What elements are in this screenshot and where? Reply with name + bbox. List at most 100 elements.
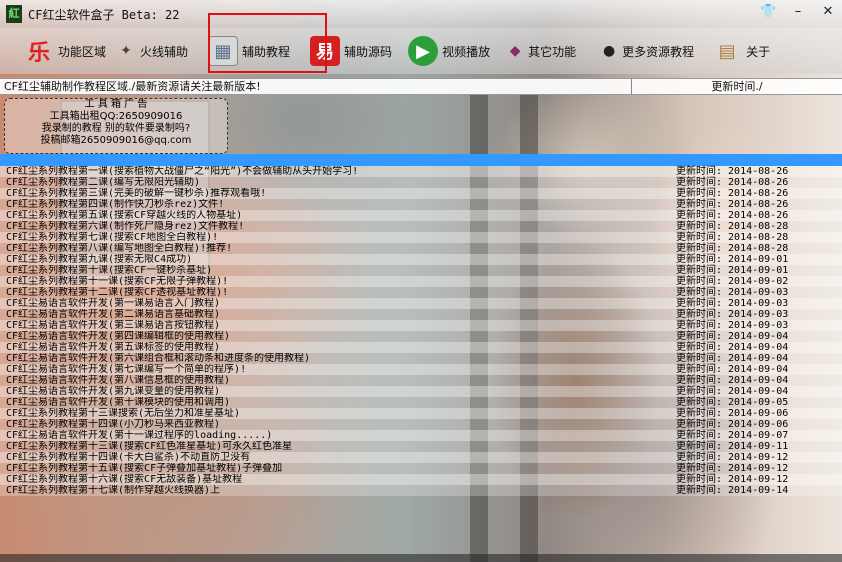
- table-row[interactable]: CF红尘系列教程第十四课(卡大白鲨杀)不动直防卫没有 更新时间: 2014-09-…: [0, 452, 842, 463]
- table-row[interactable]: CF红尘系列教程第四课(制作快刀秒杀rez)文件! 更新时间: 2014-08-2…: [0, 199, 842, 210]
- scroll-icon: ▤: [718, 40, 736, 62]
- tool-about[interactable]: ▤ 关于: [712, 31, 771, 71]
- row-title: CF红尘系列教程第八课(编写地图全白教程)!推荐!: [6, 243, 233, 254]
- row-date: 更新时间: 2014-09-04: [676, 353, 789, 364]
- app-icon: 紅: [6, 5, 22, 23]
- highlight-annotation: [208, 13, 327, 73]
- table-row[interactable]: CF红尘系列教程第十三课(搜索CF红色准星基址)可永久红色准星 更新时间: 201…: [0, 441, 842, 452]
- row-date: 更新时间: 2014-08-26: [676, 188, 789, 199]
- row-date: 更新时间: 2014-09-01: [676, 254, 789, 265]
- selected-row[interactable]: [0, 154, 842, 166]
- row-title: CF红尘系列教程第十二课(搜索CF透视基址教程)!: [6, 287, 229, 298]
- table-row[interactable]: CF红尘系列教程第十六课(搜索CF无敌装备)基址教程 更新时间: 2014-09-…: [0, 474, 842, 485]
- tool-label: 视频播放: [442, 44, 491, 59]
- table-row[interactable]: CF红尘易语言软件开发(第五课标签的使用教程) 更新时间: 2014-09-04: [0, 342, 842, 353]
- tutorial-list[interactable]: 工 具 箱 广 告 工具箱出租QQ:2650909016 我录制的教程 别的软件…: [0, 95, 842, 562]
- le-logo-icon: 乐: [27, 41, 50, 66]
- row-date: 更新时间: 2014-09-03: [676, 320, 789, 331]
- ad-heading: 工 具 箱 广 告: [84, 99, 148, 110]
- table-row[interactable]: CF红尘易语言软件开发(第四课编辑框的使用教程) 更新时间: 2014-09-04: [0, 331, 842, 342]
- table-row[interactable]: CF红尘易语言软件开发(第二课易语言基础教程) 更新时间: 2014-09-03: [0, 309, 842, 320]
- table-row[interactable]: CF红尘系列教程第十课(搜索CF一键秒杀基址) 更新时间: 2014-09-01: [0, 265, 842, 276]
- row-date: 更新时间: 2014-09-02: [676, 276, 789, 287]
- table-row[interactable]: CF红尘系列教程第十五课(搜索CF子弹叠加基址教程)子弹叠加 更新时间: 2014…: [0, 463, 842, 474]
- row-date: 更新时间: 2014-09-12: [676, 474, 789, 485]
- row-title: CF红尘易语言软件开发(第四课编辑框的使用教程): [6, 331, 231, 342]
- row-title: CF红尘系列教程第九课(搜索无限C4成功): [6, 254, 193, 265]
- title-bar: 紅 CF红尘软件盒子 Beta: 22 👕 – ✕: [0, 0, 842, 28]
- table-row[interactable]: CF红尘系列教程第一课(搜索植物大战僵尸之“阳光”)不会做辅助从头开始学习! 更新…: [0, 166, 842, 177]
- row-date: 更新时间: 2014-08-28: [676, 243, 789, 254]
- status-bar: [0, 554, 842, 562]
- table-row[interactable]: CF红尘系列教程第八课(编写地图全白教程)!推荐! 更新时间: 2014-08-2…: [0, 243, 842, 254]
- table-header: CF红尘辅助制作教程区域./最新资源请关注最新版本! 更新时间./: [0, 78, 842, 95]
- row-title: CF红尘系列教程第十课(搜索CF一键秒杀基址): [6, 265, 213, 276]
- close-button[interactable]: ✕: [820, 4, 836, 20]
- row-date: 更新时间: 2014-09-12: [676, 463, 789, 474]
- table-row[interactable]: CF红尘系列教程第三课(完美的破解一键秒杀)推荐观看哦! 更新时间: 2014-0…: [0, 188, 842, 199]
- row-date: 更新时间: 2014-09-04: [676, 342, 789, 353]
- row-date: 更新时间: 2014-08-26: [676, 199, 789, 210]
- tool-label: 功能区域: [58, 44, 107, 59]
- row-title: CF红尘系列教程第七课(搜索CF地图全白教程)!: [6, 232, 219, 243]
- row-title: CF红尘易语言软件开发(第五课标签的使用教程): [6, 342, 221, 353]
- table-row[interactable]: CF红尘系列教程第二课(编写无限阳光辅助) 更新时间: 2014-08-26: [0, 177, 842, 188]
- row-date: 更新时间: 2014-09-04: [676, 331, 789, 342]
- qq-penguin-icon: ●: [602, 43, 616, 59]
- table-row[interactable]: CF红尘易语言软件开发(第六课组合框和滚动条和进度条的使用教程) 更新时间: 20…: [0, 353, 842, 364]
- table-row[interactable]: CF红尘易语言软件开发(第十一课过程序的loading.....) 更新时间: 2…: [0, 430, 842, 441]
- tool-label: 辅助源码: [344, 44, 393, 59]
- table-row[interactable]: CF红尘系列教程第九课(搜索无限C4成功) 更新时间: 2014-09-01: [0, 254, 842, 265]
- row-title: CF红尘易语言软件开发(第三课易语言按钮教程): [6, 320, 221, 331]
- row-date: 更新时间: 2014-09-14: [676, 485, 789, 496]
- row-title: CF红尘易语言软件开发(第八课信息框的使用教程): [6, 375, 231, 386]
- table-row[interactable]: CF红尘系列教程第六课(制作死尸隐身rez)文件教程! 更新时间: 2014-08…: [0, 221, 842, 232]
- row-date: 更新时间: 2014-09-05: [676, 397, 789, 408]
- table-row[interactable]: CF红尘系列教程第五课(搜索CF穿越火线的人物基址) 更新时间: 2014-08-…: [0, 210, 842, 221]
- tool-other-features[interactable]: ◆ 其它功能: [506, 31, 576, 71]
- table-row[interactable]: CF红尘易语言软件开发(第十课模块的使用和调用) 更新时间: 2014-09-05: [0, 397, 842, 408]
- column-header-date[interactable]: 更新时间./: [632, 79, 842, 94]
- table-row[interactable]: CF红尘系列教程第十二课(搜索CF透视基址教程)! 更新时间: 2014-09-0…: [0, 287, 842, 298]
- tool-fire-assist[interactable]: ✦ 火线辅助: [116, 31, 188, 71]
- table-row[interactable]: CF红尘易语言软件开发(第七课编写一个简单的程序)! 更新时间: 2014-09-…: [0, 364, 842, 375]
- table-row[interactable]: CF红尘系列教程第七课(搜索CF地图全白教程)! 更新时间: 2014-08-28: [0, 232, 842, 243]
- minimize-button[interactable]: –: [790, 4, 806, 20]
- tool-label: 其它功能: [528, 44, 577, 59]
- table-row[interactable]: CF红尘易语言软件开发(第一课易语言入门教程) 更新时间: 2014-09-03: [0, 298, 842, 309]
- row-title: CF红尘系列教程第二课(编写无限阳光辅助): [6, 177, 201, 188]
- tool-feature-area[interactable]: 乐 功能区域: [24, 31, 106, 71]
- row-title: CF红尘系列教程第一课(搜索植物大战僵尸之“阳光”)不会做辅助从头开始学习!: [6, 166, 359, 177]
- row-date: 更新时间: 2014-09-12: [676, 452, 789, 463]
- table-row[interactable]: CF红尘系列教程第十一课(搜索CF无限子弹教程)! 更新时间: 2014-09-0…: [0, 276, 842, 287]
- row-date: 更新时间: 2014-08-26: [676, 166, 789, 177]
- row-title: CF红尘易语言软件开发(第一课易语言入门教程): [6, 298, 221, 309]
- table-row[interactable]: CF红尘系列教程第十七课(制作穿越火线换器)上 更新时间: 2014-09-14: [0, 485, 842, 496]
- row-title: CF红尘系列教程第十四课(小刀秒马来西亚教程): [6, 419, 221, 430]
- toolbar: 乐 功能区域 ✦ 火线辅助 ▦ 辅助教程 易 辅助源码 ▶ 视频播放 ◆ 其它功…: [0, 28, 842, 74]
- row-title: CF红尘系列教程第三课(完美的破解一键秒杀)推荐观看哦!: [6, 188, 267, 199]
- row-title: CF红尘系列教程第十一课(搜索CF无限子弹教程)!: [6, 276, 229, 287]
- table-row[interactable]: CF红尘系列教程第十三课搜索(无后坐力和准星基址) 更新时间: 2014-09-0…: [0, 408, 842, 419]
- row-date: 更新时间: 2014-09-06: [676, 408, 789, 419]
- tool-more-resources[interactable]: ● 更多资源教程: [600, 31, 694, 71]
- row-title: CF红尘系列教程第六课(制作死尸隐身rez)文件教程!: [6, 221, 245, 232]
- window-title: CF红尘软件盒子 Beta: 22: [28, 7, 180, 22]
- row-date: 更新时间: 2014-09-06: [676, 419, 789, 430]
- row-title: CF红尘易语言软件开发(第七课编写一个简单的程序)!: [6, 364, 247, 375]
- row-title: CF红尘系列教程第十四课(卡大白鲨杀)不动直防卫没有: [6, 452, 251, 463]
- row-title: CF红尘易语言软件开发(第十课模块的使用和调用): [6, 397, 231, 408]
- row-title: CF红尘系列教程第十六课(搜索CF无敌装备)基址教程: [6, 474, 243, 485]
- table-row[interactable]: CF红尘易语言软件开发(第九课变量的使用教程) 更新时间: 2014-09-04: [0, 386, 842, 397]
- tool-video-play[interactable]: ▶ 视频播放: [408, 31, 490, 71]
- row-title: CF红尘系列教程第十三课(搜索CF红色准星基址)可永久红色准星: [6, 441, 293, 452]
- ad-email: 投稿邮箱2650909016@qq.com: [40, 135, 192, 146]
- table-row[interactable]: CF红尘易语言软件开发(第八课信息框的使用教程) 更新时间: 2014-09-04: [0, 375, 842, 386]
- table-row[interactable]: CF红尘易语言软件开发(第三课易语言按钮教程) 更新时间: 2014-09-03: [0, 320, 842, 331]
- column-header-title[interactable]: CF红尘辅助制作教程区域./最新资源请关注最新版本!: [0, 79, 632, 94]
- tool-label: 更多资源教程: [622, 44, 695, 59]
- table-row[interactable]: CF红尘系列教程第十四课(小刀秒马来西亚教程) 更新时间: 2014-09-06: [0, 419, 842, 430]
- skin-shirt-icon[interactable]: 👕: [760, 4, 776, 20]
- ad-rental-qq: 工具箱出租QQ:2650909016: [49, 111, 183, 122]
- row-date: 更新时间: 2014-08-26: [676, 210, 789, 221]
